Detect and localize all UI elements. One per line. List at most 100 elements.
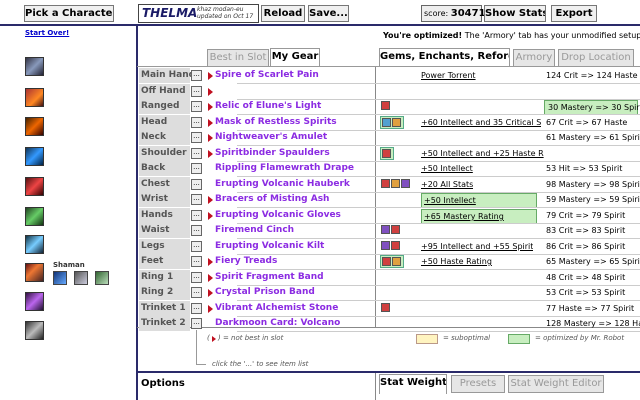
spec-restoration-icon[interactable] [95, 271, 109, 285]
spell-icon-9[interactable] [25, 292, 44, 311]
spell-icon-7[interactable] [25, 235, 44, 254]
item-list-button[interactable]: ... [191, 194, 202, 205]
gem-icon[interactable] [381, 303, 390, 312]
gem-icon[interactable] [381, 225, 390, 234]
tab-armory[interactable]: Armory [513, 49, 555, 67]
spell-icon-10[interactable] [25, 321, 44, 340]
item-list-button[interactable]: ... [191, 70, 202, 81]
spell-icon-5[interactable] [25, 177, 44, 196]
item-name[interactable]: Nightweaver's Amulet [215, 130, 327, 145]
item-list-button[interactable]: ... [191, 287, 202, 298]
not-bis-marker [208, 103, 213, 111]
tab-drop-location[interactable]: Drop Location [558, 49, 634, 67]
item-name[interactable]: Spire of Scarlet Pain [215, 68, 319, 83]
item-name[interactable]: Darkmoon Card: Volcano [215, 316, 340, 331]
character-name: THELMA [142, 6, 198, 20]
item-name[interactable]: Erupting Volcanic Gloves [215, 208, 341, 223]
gear-row: Waist... Firemend Cinch 83 Crit => 83 Spir… [139, 223, 640, 238]
left-panel-divider [136, 24, 138, 400]
item-list-button[interactable]: ... [191, 163, 202, 174]
slot-label: Hands [139, 208, 190, 223]
item-name[interactable]: Crystal Prison Band [215, 285, 315, 300]
export-button[interactable]: Export [551, 5, 597, 22]
start-over-link[interactable]: Start Over! [25, 29, 69, 37]
item-list-button[interactable]: ... [191, 86, 202, 97]
spell-icon-3[interactable] [25, 117, 44, 136]
tab-my-gear[interactable]: My Gear [270, 48, 320, 67]
gear-row: Trinket 2... Darkmoon Card: Volcano 128 Ma… [139, 316, 640, 331]
item-list-button[interactable]: ... [191, 225, 202, 236]
top-divider [0, 24, 640, 26]
item-name[interactable]: Erupting Volcanic Kilt [215, 239, 324, 254]
gem-icon[interactable] [381, 241, 390, 250]
item-name[interactable]: Spirit Fragment Band [215, 270, 324, 285]
item-list-button[interactable]: ... [191, 256, 202, 267]
tab-gems-enchants-reforges[interactable]: Gems, Enchants, Reforges [379, 48, 510, 67]
not-bis-marker [208, 88, 213, 96]
spell-icon-2[interactable] [25, 88, 44, 107]
item-name[interactable]: Relic of Elune's Light [215, 99, 321, 114]
gear-row: Wrist... Bracers of Misting Ash +50 Intell… [139, 192, 640, 208]
show-stats-button[interactable]: Show Stats [484, 5, 546, 22]
gem-icon[interactable] [391, 241, 400, 250]
tab-stat-weights[interactable]: Stat Weights [379, 374, 447, 394]
spec-elemental-icon[interactable] [53, 271, 67, 285]
item-name[interactable]: Mask of Restless Spirits [215, 115, 337, 130]
reforge-text: 98 Mastery => 98 Spirit [546, 180, 640, 189]
spell-icon-1[interactable] [25, 57, 44, 76]
gem-icon[interactable] [382, 257, 391, 266]
item-list-button[interactable]: ... [191, 148, 202, 159]
item-list-button[interactable]: ... [191, 210, 202, 221]
item-name[interactable]: Bracers of Misting Ash [215, 192, 329, 207]
gem-icon[interactable] [391, 179, 400, 188]
realm-info: khaz modan-eu updated on Oct 17 [197, 6, 253, 20]
item-list-button[interactable]: ... [191, 132, 202, 143]
item-name[interactable]: Firemend Cinch [215, 223, 294, 238]
enchant-link[interactable]: +95 Intellect and +55 Spirit [421, 239, 533, 254]
spec-enhancement-icon[interactable] [74, 271, 88, 285]
item-name[interactable]: Erupting Volcanic Hauberk [215, 177, 350, 192]
item-list-button[interactable]: ... [191, 241, 202, 252]
slot-label: Neck [139, 130, 190, 145]
enchant-link[interactable]: +65 Mastery Rating [421, 209, 537, 224]
gem-icon[interactable] [392, 257, 401, 266]
gear-row: Head... Mask of Restless Spirits +60 Intel… [139, 115, 640, 130]
slot-label: Ranged [139, 99, 190, 114]
gem-icon[interactable] [382, 118, 391, 127]
item-list-button[interactable]: ... [191, 117, 202, 128]
enchant-link[interactable]: +50 Intellect [421, 161, 473, 176]
enchant-link[interactable]: +60 Intellect and 35 Critical S [421, 115, 541, 130]
gem-icon[interactable] [381, 179, 390, 188]
enchant-link[interactable]: Power Torrent [421, 68, 476, 83]
tab-best-in-slot[interactable]: Best in Slot [207, 49, 269, 67]
gear-row: Trinket 1... Vibrant Alchemist Stone 77 Ha… [139, 301, 640, 316]
item-name[interactable]: Vibrant Alchemist Stone [215, 301, 338, 316]
reload-button[interactable]: Reload [261, 5, 305, 22]
gem-icon[interactable] [382, 149, 391, 158]
item-name[interactable]: Rippling Flamewrath Drape [215, 161, 354, 176]
item-list-button[interactable]: ... [191, 101, 202, 112]
spell-icon-6[interactable] [25, 207, 44, 226]
enchant-link[interactable]: +50 Haste Rating [421, 254, 492, 269]
gem-icon[interactable] [391, 225, 400, 234]
tab-stat-weight-editor[interactable]: Stat Weight Editor [508, 375, 604, 393]
enchant-link[interactable]: +50 Intellect and +25 Haste R [421, 146, 544, 161]
pick-character-button[interactable]: Pick a Character [24, 5, 114, 22]
item-name[interactable]: Fiery Treads [215, 254, 277, 269]
spell-icon-8[interactable] [25, 263, 44, 282]
updated-date: updated on Oct 17 [197, 13, 254, 20]
item-name[interactable]: Spiritbinder Spaulders [215, 146, 330, 161]
item-list-button[interactable]: ... [191, 272, 202, 283]
tab-presets[interactable]: Presets [451, 375, 505, 393]
item-list-button[interactable]: ... [191, 318, 202, 329]
item-list-button[interactable]: ... [191, 179, 202, 190]
item-list-button[interactable]: ... [191, 303, 202, 314]
gem-icon[interactable] [381, 101, 390, 110]
enchant-link[interactable]: +20 All Stats [421, 177, 473, 192]
slot-label: Main Hand [139, 68, 195, 83]
gem-icon[interactable] [392, 118, 401, 127]
gem-icon[interactable] [401, 179, 410, 188]
save-button[interactable]: Save... [308, 5, 349, 22]
enchant-link[interactable]: +50 Intellect [421, 193, 537, 208]
spell-icon-4[interactable] [25, 147, 44, 166]
